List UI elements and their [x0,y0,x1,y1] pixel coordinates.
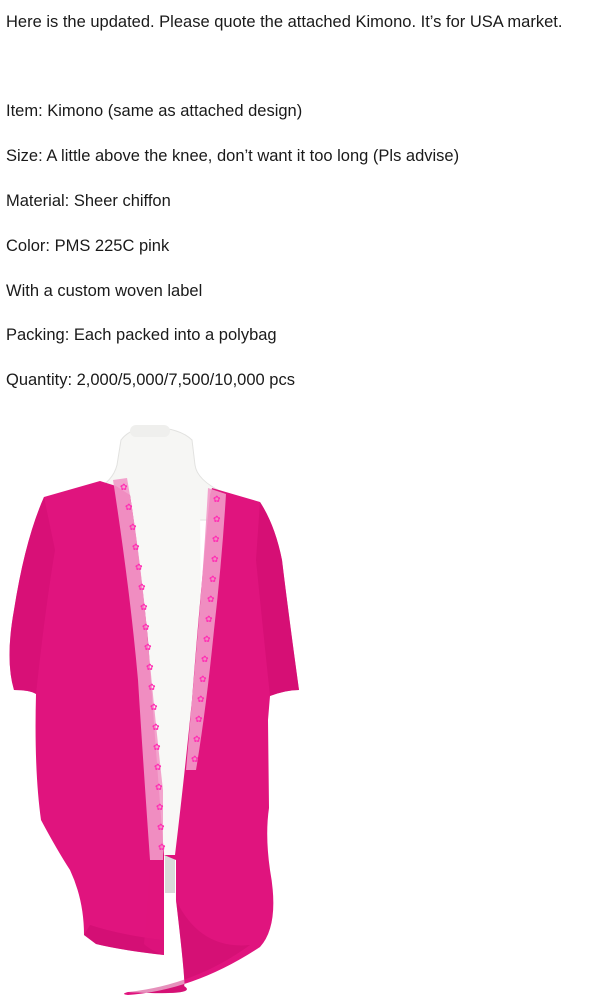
svg-text:✿: ✿ [205,615,213,625]
label-line: With a custom woven label [6,282,203,300]
svg-text:✿: ✿ [211,555,219,565]
svg-text:✿: ✿ [146,663,154,673]
svg-text:✿: ✿ [212,535,220,545]
svg-text:✿: ✿ [152,723,160,733]
svg-text:✿: ✿ [125,503,133,513]
svg-text:✿: ✿ [132,543,140,553]
quantity-line: Quantity: 2,000/5,000/7,500/10,000 pcs [6,371,295,389]
svg-text:✿: ✿ [191,755,199,765]
svg-text:✿: ✿ [135,563,143,573]
svg-text:✿: ✿ [158,843,166,853]
packing-line: Packing: Each packed into a polybag [6,326,277,344]
svg-text:✿: ✿ [154,763,162,773]
svg-text:✿: ✿ [148,683,156,693]
color-line: Color: PMS 225C pink [6,237,170,255]
svg-text:✿: ✿ [193,735,201,745]
svg-text:✿: ✿ [213,515,221,525]
svg-text:✿: ✿ [144,643,152,653]
svg-text:✿: ✿ [129,523,137,533]
item-line: Item: Kimono (same as attached design) [6,102,303,120]
svg-text:✿: ✿ [150,703,158,713]
email-body: Here is the updated. Please quote the at… [0,0,602,998]
svg-text:✿: ✿ [153,743,161,753]
svg-text:✿: ✿ [203,635,211,645]
svg-text:✿: ✿ [157,823,165,833]
svg-text:✿: ✿ [197,695,205,705]
svg-text:✿: ✿ [199,675,207,685]
svg-text:✿: ✿ [213,495,221,505]
size-line: Size: A little above the knee, don’t wan… [6,147,460,165]
svg-text:✿: ✿ [201,655,209,665]
svg-text:✿: ✿ [155,783,163,793]
svg-text:✿: ✿ [138,583,146,593]
svg-text:✿: ✿ [140,603,148,613]
material-line: Material: Sheer chiffon [6,192,171,210]
svg-text:✿: ✿ [195,715,203,725]
intro-text: Here is the updated. Please quote the at… [6,13,563,31]
svg-text:✿: ✿ [120,483,128,493]
svg-text:✿: ✿ [156,803,164,813]
svg-text:✿: ✿ [209,575,217,585]
svg-text:✿: ✿ [142,623,150,633]
kimono-photo[interactable]: ✿ ✿ ✿ ✿ ✿ ✿ ✿ ✿ ✿ ✿ ✿ ✿ ✿ ✿ ✿ ✿ ✿ ✿ ✿ ✿ … [0,415,300,998]
svg-text:✿: ✿ [207,595,215,605]
